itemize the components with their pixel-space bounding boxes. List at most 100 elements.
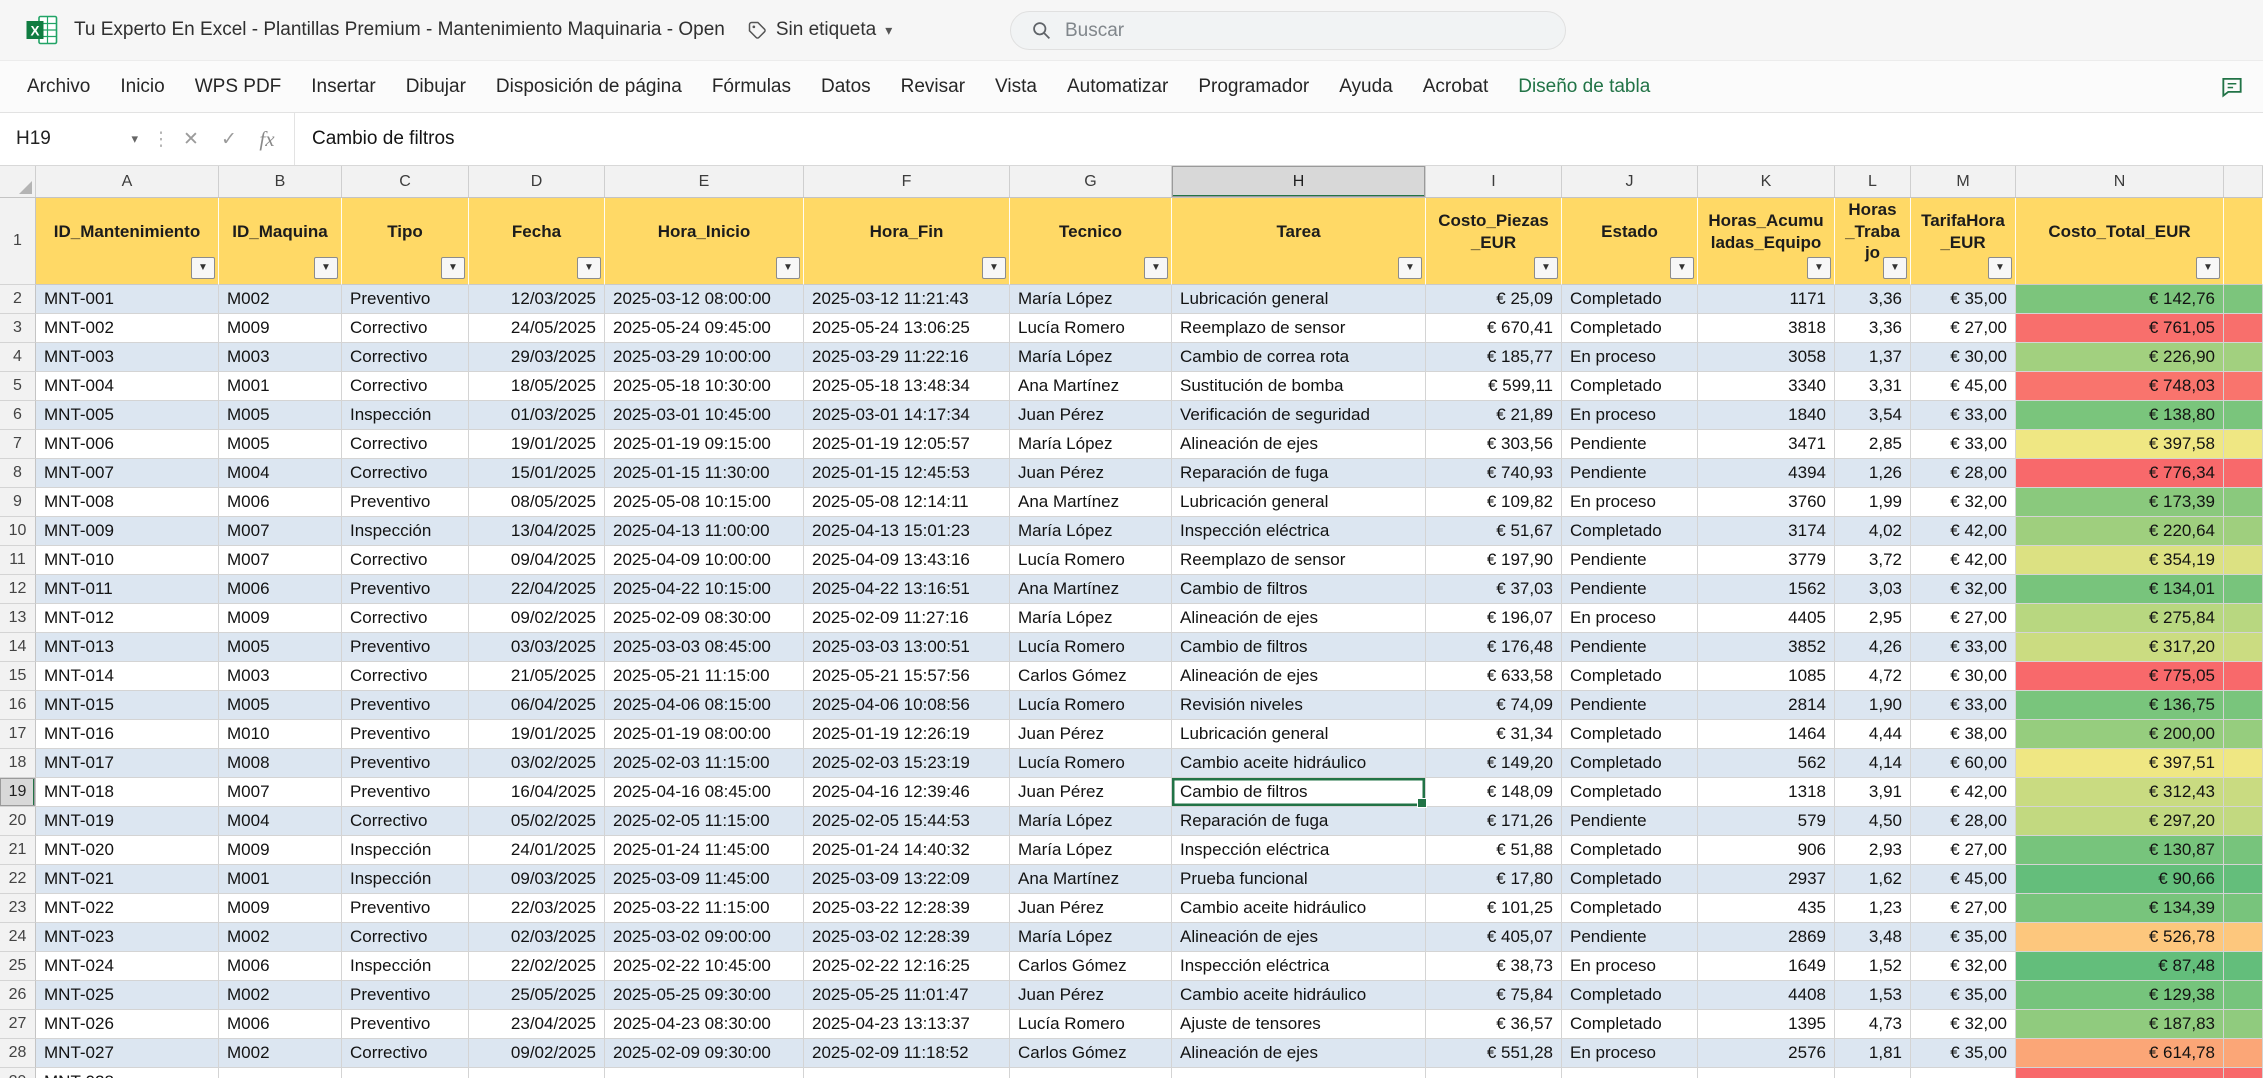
cell-I2[interactable]: € 25,09 bbox=[1426, 285, 1562, 314]
cell-H25[interactable]: Inspección eléctrica bbox=[1172, 952, 1426, 981]
row-header-1[interactable]: 1 bbox=[0, 198, 36, 285]
cell-N20[interactable]: € 297,20 bbox=[2016, 807, 2224, 836]
cell-K7[interactable]: 3471 bbox=[1698, 430, 1835, 459]
cell-K25[interactable]: 1649 bbox=[1698, 952, 1835, 981]
cell-G17[interactable]: Juan Pérez bbox=[1010, 720, 1172, 749]
cell-G14[interactable]: Lucía Romero bbox=[1010, 633, 1172, 662]
cell-D23[interactable]: 22/03/2025 bbox=[469, 894, 605, 923]
cell-L12[interactable]: 3,03 bbox=[1835, 575, 1911, 604]
cell-L2[interactable]: 3,36 bbox=[1835, 285, 1911, 314]
cell-G13[interactable]: María López bbox=[1010, 604, 1172, 633]
ribbon-tab-automatizar[interactable]: Automatizar bbox=[1052, 61, 1183, 112]
cell-J24[interactable]: Pendiente bbox=[1562, 923, 1698, 952]
cell-E25[interactable]: 2025-02-22 10:45:00 bbox=[605, 952, 804, 981]
cell-A6[interactable]: MNT-005 bbox=[36, 401, 219, 430]
cell-E17[interactable]: 2025-01-19 08:00:00 bbox=[605, 720, 804, 749]
cell-D2[interactable]: 12/03/2025 bbox=[469, 285, 605, 314]
cell-G7[interactable]: María López bbox=[1010, 430, 1172, 459]
row-header-20[interactable]: 20 bbox=[0, 807, 36, 836]
cell-J9[interactable]: En proceso bbox=[1562, 488, 1698, 517]
cell-M12[interactable]: € 32,00 bbox=[1911, 575, 2016, 604]
cell-K17[interactable]: 1464 bbox=[1698, 720, 1835, 749]
table-header-tarea[interactable]: Tarea▼ bbox=[1172, 198, 1426, 285]
cell-D29[interactable] bbox=[469, 1068, 605, 1078]
cell-G3[interactable]: Lucía Romero bbox=[1010, 314, 1172, 343]
cell-C5[interactable]: Correctivo bbox=[342, 372, 469, 401]
cell-B24[interactable]: M002 bbox=[219, 923, 342, 952]
cell-G29[interactable] bbox=[1010, 1068, 1172, 1078]
column-header-N[interactable]: N bbox=[2016, 166, 2224, 197]
cell-D21[interactable]: 24/01/2025 bbox=[469, 836, 605, 865]
cell-F3[interactable]: 2025-05-24 13:06:25 bbox=[804, 314, 1010, 343]
table-header-hora-inicio[interactable]: Hora_Inicio▼ bbox=[605, 198, 804, 285]
cell-B28[interactable]: M002 bbox=[219, 1039, 342, 1068]
cell-E28[interactable]: 2025-02-09 09:30:00 bbox=[605, 1039, 804, 1068]
cell-F17[interactable]: 2025-01-19 12:26:19 bbox=[804, 720, 1010, 749]
ribbon-tab-disposición-de-página[interactable]: Disposición de página bbox=[481, 61, 697, 112]
cell-partial-14[interactable] bbox=[2224, 633, 2263, 662]
cell-A25[interactable]: MNT-024 bbox=[36, 952, 219, 981]
cell-C29[interactable] bbox=[342, 1068, 469, 1078]
filter-button[interactable]: ▼ bbox=[577, 257, 601, 279]
cell-K14[interactable]: 3852 bbox=[1698, 633, 1835, 662]
formula-input[interactable]: Cambio de filtros bbox=[294, 113, 2263, 165]
column-header-L[interactable]: L bbox=[1835, 166, 1911, 197]
cell-M19[interactable]: € 42,00 bbox=[1911, 778, 2016, 807]
cell-K12[interactable]: 1562 bbox=[1698, 575, 1835, 604]
cell-M8[interactable]: € 28,00 bbox=[1911, 459, 2016, 488]
search-input[interactable]: Buscar bbox=[1010, 11, 1566, 50]
cell-L19[interactable]: 3,91 bbox=[1835, 778, 1911, 807]
cell-N5[interactable]: € 748,03 bbox=[2016, 372, 2224, 401]
cell-L21[interactable]: 2,93 bbox=[1835, 836, 1911, 865]
column-header-M[interactable]: M bbox=[1911, 166, 2016, 197]
cell-C2[interactable]: Preventivo bbox=[342, 285, 469, 314]
cell-E26[interactable]: 2025-05-25 09:30:00 bbox=[605, 981, 804, 1010]
cell-N8[interactable]: € 776,34 bbox=[2016, 459, 2224, 488]
cell-E11[interactable]: 2025-04-09 10:00:00 bbox=[605, 546, 804, 575]
ribbon-tab-fórmulas[interactable]: Fórmulas bbox=[697, 61, 806, 112]
cell-D16[interactable]: 06/04/2025 bbox=[469, 691, 605, 720]
filter-button[interactable]: ▼ bbox=[1807, 257, 1831, 279]
cell-M25[interactable]: € 32,00 bbox=[1911, 952, 2016, 981]
confirm-button[interactable]: ✓ bbox=[210, 113, 248, 165]
cell-D15[interactable]: 21/05/2025 bbox=[469, 662, 605, 691]
cell-B10[interactable]: M007 bbox=[219, 517, 342, 546]
cell-G26[interactable]: Juan Pérez bbox=[1010, 981, 1172, 1010]
cell-F6[interactable]: 2025-03-01 14:17:34 bbox=[804, 401, 1010, 430]
cell-N15[interactable]: € 775,05 bbox=[2016, 662, 2224, 691]
cell-A20[interactable]: MNT-019 bbox=[36, 807, 219, 836]
cell-partial-21[interactable] bbox=[2224, 836, 2263, 865]
cell-D3[interactable]: 24/05/2025 bbox=[469, 314, 605, 343]
cell-B20[interactable]: M004 bbox=[219, 807, 342, 836]
cell-F13[interactable]: 2025-02-09 11:27:16 bbox=[804, 604, 1010, 633]
cell-J18[interactable]: Completado bbox=[1562, 749, 1698, 778]
cell-H4[interactable]: Cambio de correa rota bbox=[1172, 343, 1426, 372]
cell-J7[interactable]: Pendiente bbox=[1562, 430, 1698, 459]
cell-B2[interactable]: M002 bbox=[219, 285, 342, 314]
cell-L4[interactable]: 1,37 bbox=[1835, 343, 1911, 372]
cell-partial-26[interactable] bbox=[2224, 981, 2263, 1010]
table-header-tecnico[interactable]: Tecnico▼ bbox=[1010, 198, 1172, 285]
cell-F24[interactable]: 2025-03-02 12:28:39 bbox=[804, 923, 1010, 952]
cell-K24[interactable]: 2869 bbox=[1698, 923, 1835, 952]
cell-C21[interactable]: Inspección bbox=[342, 836, 469, 865]
cell-E13[interactable]: 2025-02-09 08:30:00 bbox=[605, 604, 804, 633]
column-header-I[interactable]: I bbox=[1426, 166, 1562, 197]
row-header-27[interactable]: 27 bbox=[0, 1010, 36, 1039]
cell-H7[interactable]: Alineación de ejes bbox=[1172, 430, 1426, 459]
cell-I25[interactable]: € 38,73 bbox=[1426, 952, 1562, 981]
cell-L11[interactable]: 3,72 bbox=[1835, 546, 1911, 575]
cell-M20[interactable]: € 28,00 bbox=[1911, 807, 2016, 836]
cell-B11[interactable]: M007 bbox=[219, 546, 342, 575]
cell-partial-20[interactable] bbox=[2224, 807, 2263, 836]
cell-A7[interactable]: MNT-006 bbox=[36, 430, 219, 459]
cell-B18[interactable]: M008 bbox=[219, 749, 342, 778]
cell-E24[interactable]: 2025-03-02 09:00:00 bbox=[605, 923, 804, 952]
row-header-12[interactable]: 12 bbox=[0, 575, 36, 604]
cell-J17[interactable]: Completado bbox=[1562, 720, 1698, 749]
cell-C23[interactable]: Preventivo bbox=[342, 894, 469, 923]
cell-F27[interactable]: 2025-04-23 13:13:37 bbox=[804, 1010, 1010, 1039]
cell-I13[interactable]: € 196,07 bbox=[1426, 604, 1562, 633]
row-header-13[interactable]: 13 bbox=[0, 604, 36, 633]
table-header-costo-total-eur[interactable]: Costo_Total_EUR▼ bbox=[2016, 198, 2224, 285]
